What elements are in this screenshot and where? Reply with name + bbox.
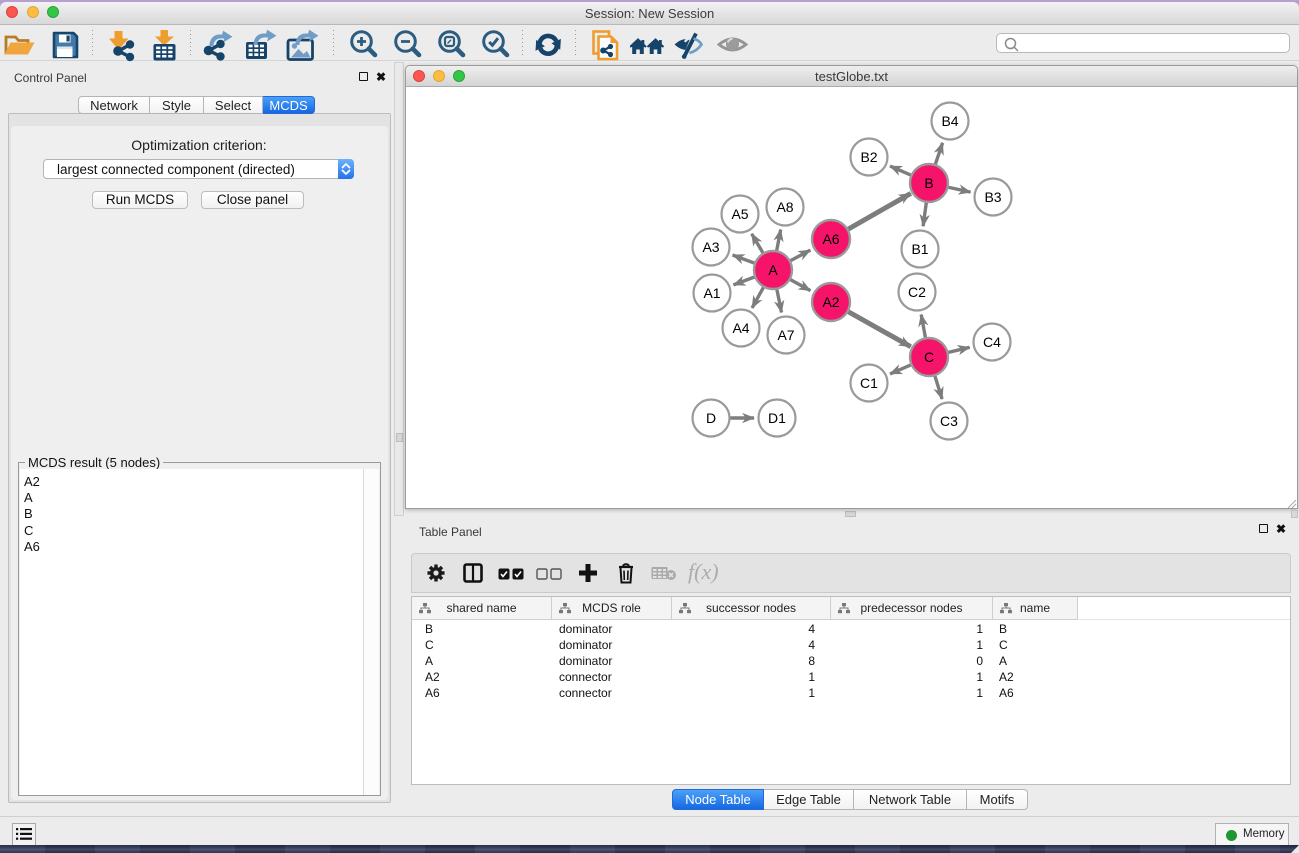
- svg-text:A: A: [768, 262, 778, 278]
- svg-text:C4: C4: [983, 334, 1001, 350]
- svg-text:A6: A6: [822, 231, 839, 247]
- svg-text:D: D: [706, 410, 716, 426]
- svg-text:C: C: [924, 349, 934, 365]
- svg-text:C2: C2: [908, 284, 926, 300]
- svg-text:B2: B2: [860, 149, 877, 165]
- svg-text:B3: B3: [984, 189, 1001, 205]
- svg-text:C1: C1: [860, 375, 878, 391]
- svg-text:A4: A4: [732, 320, 749, 336]
- svg-text:D1: D1: [768, 410, 786, 426]
- svg-text:A7: A7: [777, 327, 794, 343]
- svg-text:A5: A5: [731, 206, 748, 222]
- svg-text:C3: C3: [940, 413, 958, 429]
- svg-text:A3: A3: [702, 239, 719, 255]
- svg-text:A1: A1: [703, 285, 720, 301]
- svg-text:A2: A2: [822, 294, 839, 310]
- svg-text:B: B: [924, 175, 933, 191]
- svg-text:A8: A8: [776, 199, 793, 215]
- svg-text:B1: B1: [911, 241, 928, 257]
- svg-text:B4: B4: [941, 113, 958, 129]
